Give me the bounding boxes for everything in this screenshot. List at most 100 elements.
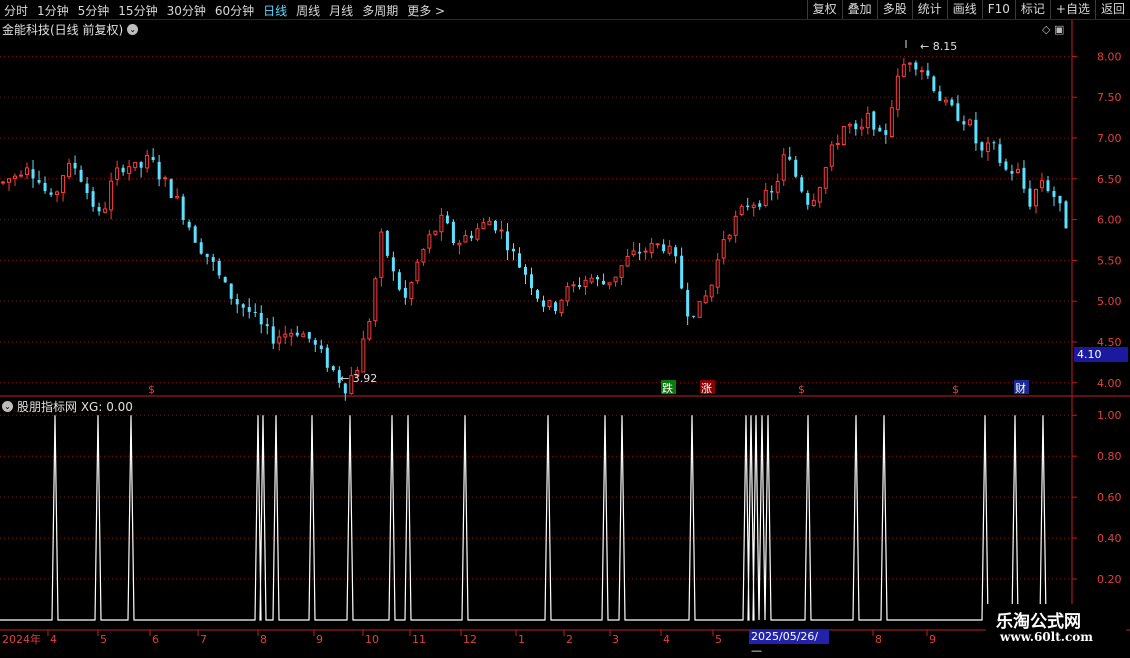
panel-toggle-icon[interactable]: ▣: [1054, 23, 1064, 36]
candle-body: [247, 307, 251, 312]
candle-body: [307, 332, 311, 339]
period-tab-1[interactable]: 1分钟: [37, 2, 69, 19]
candle-body: [889, 107, 894, 138]
toolbar-button-6[interactable]: 标记: [1014, 0, 1050, 19]
candle-body: [1033, 188, 1038, 207]
candle-body: [115, 167, 120, 180]
period-tab-5[interactable]: 60分钟: [215, 2, 254, 19]
candle-body: [739, 205, 744, 215]
chevron-down-icon[interactable]: ⌄: [127, 24, 139, 35]
indicator-tick-label: 0.40: [1097, 532, 1122, 545]
chevron-down-icon[interactable]: ⌄: [2, 401, 13, 412]
candle-body: [1028, 188, 1032, 207]
candle-body: [985, 142, 990, 152]
finance-marker-bg: [1014, 380, 1029, 394]
candle-body: [596, 276, 600, 280]
candle-body: [157, 161, 161, 180]
price-tick-label: 6.00: [1097, 214, 1122, 227]
candle-body: [79, 169, 83, 182]
candle-body: [841, 125, 846, 145]
candle-body: [241, 304, 245, 308]
period-tab-10[interactable]: 更多 >: [407, 2, 445, 19]
indicator-title[interactable]: ⌄ 股朋指标网 XG: 0.00: [2, 398, 133, 415]
candle-body: [559, 299, 564, 314]
candle-body: [727, 234, 732, 240]
candle-body: [97, 207, 101, 212]
candle-body: [403, 287, 407, 298]
period-tab-2[interactable]: 5分钟: [78, 2, 110, 19]
candle-body: [823, 167, 828, 189]
toolbar-button-0[interactable]: 复权: [806, 0, 842, 19]
candle-body: [343, 383, 347, 394]
candle-body: [145, 154, 150, 169]
period-tab-8[interactable]: 月线: [329, 2, 353, 19]
period-tab-6[interactable]: 日线: [263, 2, 287, 19]
chart-title[interactable]: 金能科技(日线 前复权) ⌄: [2, 21, 139, 38]
candle-body: [878, 127, 882, 132]
candle-body: [956, 103, 960, 121]
month-label: 6: [152, 633, 159, 646]
candle-body: [427, 234, 432, 249]
candle-body: [313, 340, 317, 345]
candle-body: [109, 180, 114, 211]
candle-body: [169, 179, 173, 199]
candle-body: [638, 251, 642, 254]
period-tab-0[interactable]: 分时: [4, 2, 28, 19]
candle-body: [980, 142, 984, 151]
candle-body: [781, 154, 786, 181]
toolbar-button-5[interactable]: F10: [981, 0, 1015, 19]
period-tab-4[interactable]: 30分钟: [167, 2, 206, 19]
kline-chart[interactable]: 8.007.507.006.506.005.505.004.504.001.00…: [0, 0, 1130, 650]
candle-body: [175, 195, 180, 199]
candle-body: [445, 215, 449, 224]
toolbar-button-7[interactable]: +自选: [1049, 0, 1095, 19]
candle-body: [433, 230, 438, 235]
candle-body: [715, 259, 720, 288]
month-label: 4: [50, 633, 57, 646]
candle-body: [667, 245, 672, 254]
candle-body: [337, 370, 341, 383]
watermark-url: www.60lt.com: [1000, 630, 1093, 644]
candle-body: [223, 277, 227, 283]
toolbar-button-4[interactable]: 画线: [946, 0, 982, 19]
toolbar-button-1[interactable]: 叠加: [841, 0, 877, 19]
month-label: 5: [715, 633, 722, 646]
candle-body: [271, 326, 275, 344]
period-tab-3[interactable]: 15分钟: [118, 2, 157, 19]
candle-body: [1022, 167, 1026, 189]
candle-body: [493, 220, 497, 231]
candle-body: [529, 274, 533, 289]
period-toolbar: 分时 1分钟 5分钟 15分钟 30分钟 60分钟 日线 周线 月线 多周期 更多 > 复权 叠加 多股…: [0, 0, 1130, 20]
candle-body: [895, 75, 900, 110]
price-tick-label: 6.50: [1097, 173, 1122, 186]
price-tick-label: 7.50: [1097, 91, 1122, 104]
candle-body: [361, 338, 366, 373]
month-label: 7: [200, 633, 207, 646]
candle-body: [547, 300, 552, 308]
candle-body: [686, 289, 690, 317]
indicator-tick-label: 0.80: [1097, 450, 1122, 463]
period-tab-9[interactable]: 多周期: [362, 2, 398, 19]
candle-body: [932, 76, 936, 91]
toolbar-button-8[interactable]: 返回: [1094, 0, 1130, 19]
candle-body: [289, 332, 294, 337]
candle-body: [355, 370, 360, 377]
candle-body: [1, 181, 5, 184]
indicator-tick-label: 0.60: [1097, 491, 1122, 504]
month-label: 3: [612, 633, 619, 646]
candle-body: [950, 99, 954, 106]
diamond-icon[interactable]: ◇: [1042, 23, 1050, 36]
toolbar-button-3[interactable]: 统计: [911, 0, 947, 19]
toolbar-button-2[interactable]: 多股: [876, 0, 912, 19]
candle-body: [1004, 161, 1008, 170]
candle-body: [619, 265, 624, 278]
candle-body: [259, 312, 263, 325]
candle-body: [31, 169, 35, 179]
candle-body: [385, 230, 389, 256]
candle-body: [217, 260, 221, 276]
indicator-tick-label: 1.00: [1097, 409, 1122, 422]
cursor-date-box: 2025/05/26/—: [749, 630, 829, 657]
month-label: 4: [663, 633, 670, 646]
period-tab-7[interactable]: 周线: [296, 2, 320, 19]
candle-body: [463, 234, 468, 243]
